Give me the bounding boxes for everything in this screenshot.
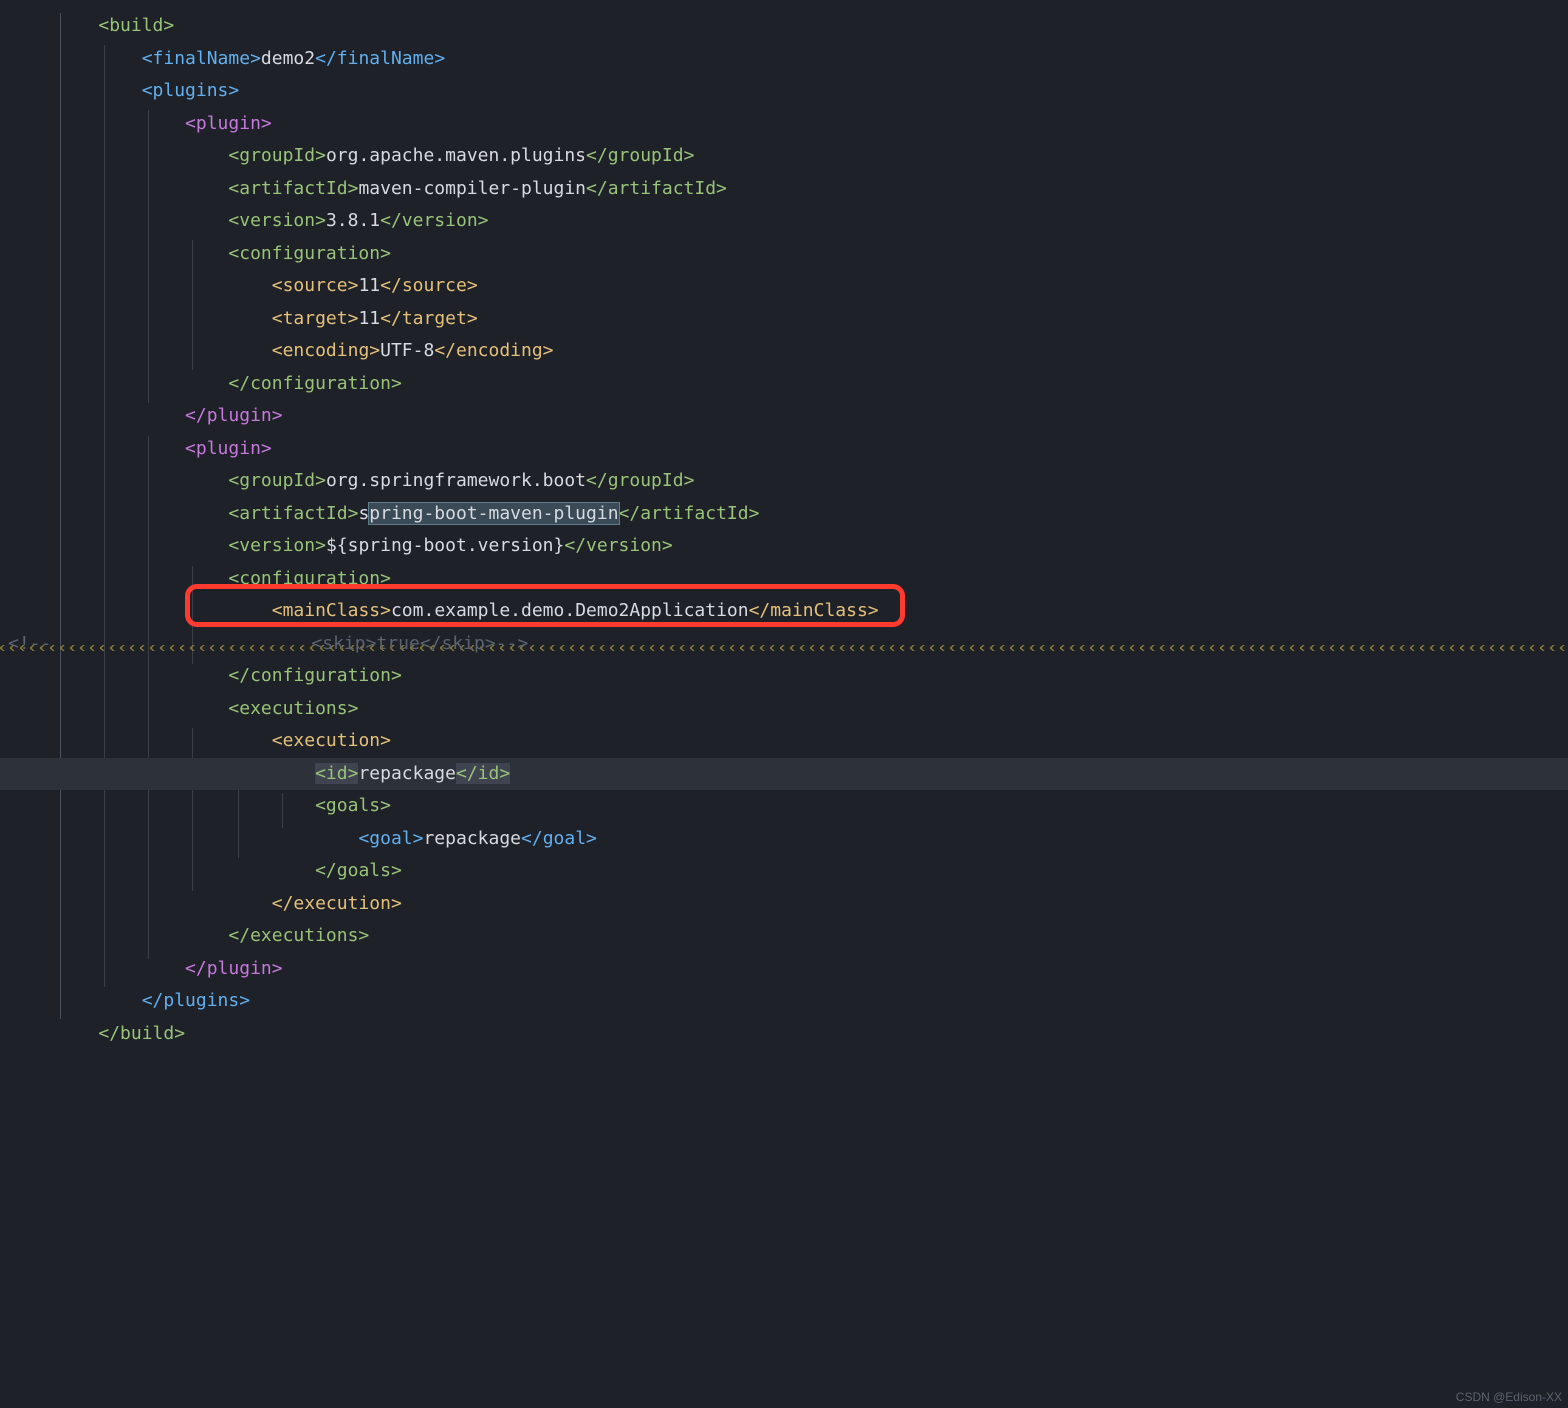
code-line[interactable]: <source>11</source>	[0, 270, 1568, 303]
code-line[interactable]: <target>11</target>	[0, 303, 1568, 336]
code-editor[interactable]: 💡 <build> <finalName>demo2</finalName> <…	[0, 0, 1568, 1050]
code-line[interactable]: <artifactId>spring-boot-maven-plugin</ar…	[0, 498, 1568, 531]
code-line[interactable]: <plugins>	[0, 75, 1568, 108]
code-line[interactable]: <groupId>org.springframework.boot</group…	[0, 465, 1568, 498]
code-line[interactable]: <artifactId>maven-compiler-plugin</artif…	[0, 173, 1568, 206]
selected-text[interactable]: pring-boot-maven-plugin	[369, 503, 618, 524]
code-line[interactable]: <configuration>	[0, 238, 1568, 271]
code-line[interactable]: </plugins>	[0, 985, 1568, 1018]
code-line[interactable]: </configuration>	[0, 368, 1568, 401]
code-line[interactable]: <version>${spring-boot.version}</version…	[0, 530, 1568, 563]
comment-line[interactable]: <!-- <skip>true</skip>-->	[0, 628, 1568, 661]
code-line[interactable]: </execution>	[0, 888, 1568, 921]
code-line[interactable]: <encoding>UTF-8</encoding>	[0, 335, 1568, 368]
code-line[interactable]: </plugin>	[0, 400, 1568, 433]
code-line[interactable]: <goals>	[0, 790, 1568, 823]
code-line[interactable]: <groupId>org.apache.maven.plugins</group…	[0, 140, 1568, 173]
code-line[interactable]: <plugin>	[0, 433, 1568, 466]
xml-tag: <build>	[98, 15, 174, 36]
code-line[interactable]: <executions>	[0, 693, 1568, 726]
highlighted-line[interactable]: <mainClass>com.example.demo.Demo2Applica…	[0, 595, 1568, 628]
code-line[interactable]: <execution>	[0, 725, 1568, 758]
watermark: CSDN @Edison-XX	[1456, 1390, 1562, 1404]
code-line[interactable]: <build>	[0, 10, 1568, 43]
code-line[interactable]: </build>	[0, 1018, 1568, 1051]
code-line[interactable]: </goals>	[0, 855, 1568, 888]
code-line[interactable]: </configuration>	[0, 660, 1568, 693]
code-line[interactable]: </plugin>	[0, 953, 1568, 986]
code-line[interactable]: </executions>	[0, 920, 1568, 953]
code-line[interactable]: <version>3.8.1</version>	[0, 205, 1568, 238]
current-line[interactable]: <id>repackage</id>	[0, 758, 1568, 791]
code-line[interactable]: <configuration>	[0, 563, 1568, 596]
code-line[interactable]: <plugin>	[0, 108, 1568, 141]
code-line[interactable]: <finalName>demo2</finalName>	[0, 43, 1568, 76]
code-line[interactable]: <goal>repackage</goal>	[0, 823, 1568, 856]
